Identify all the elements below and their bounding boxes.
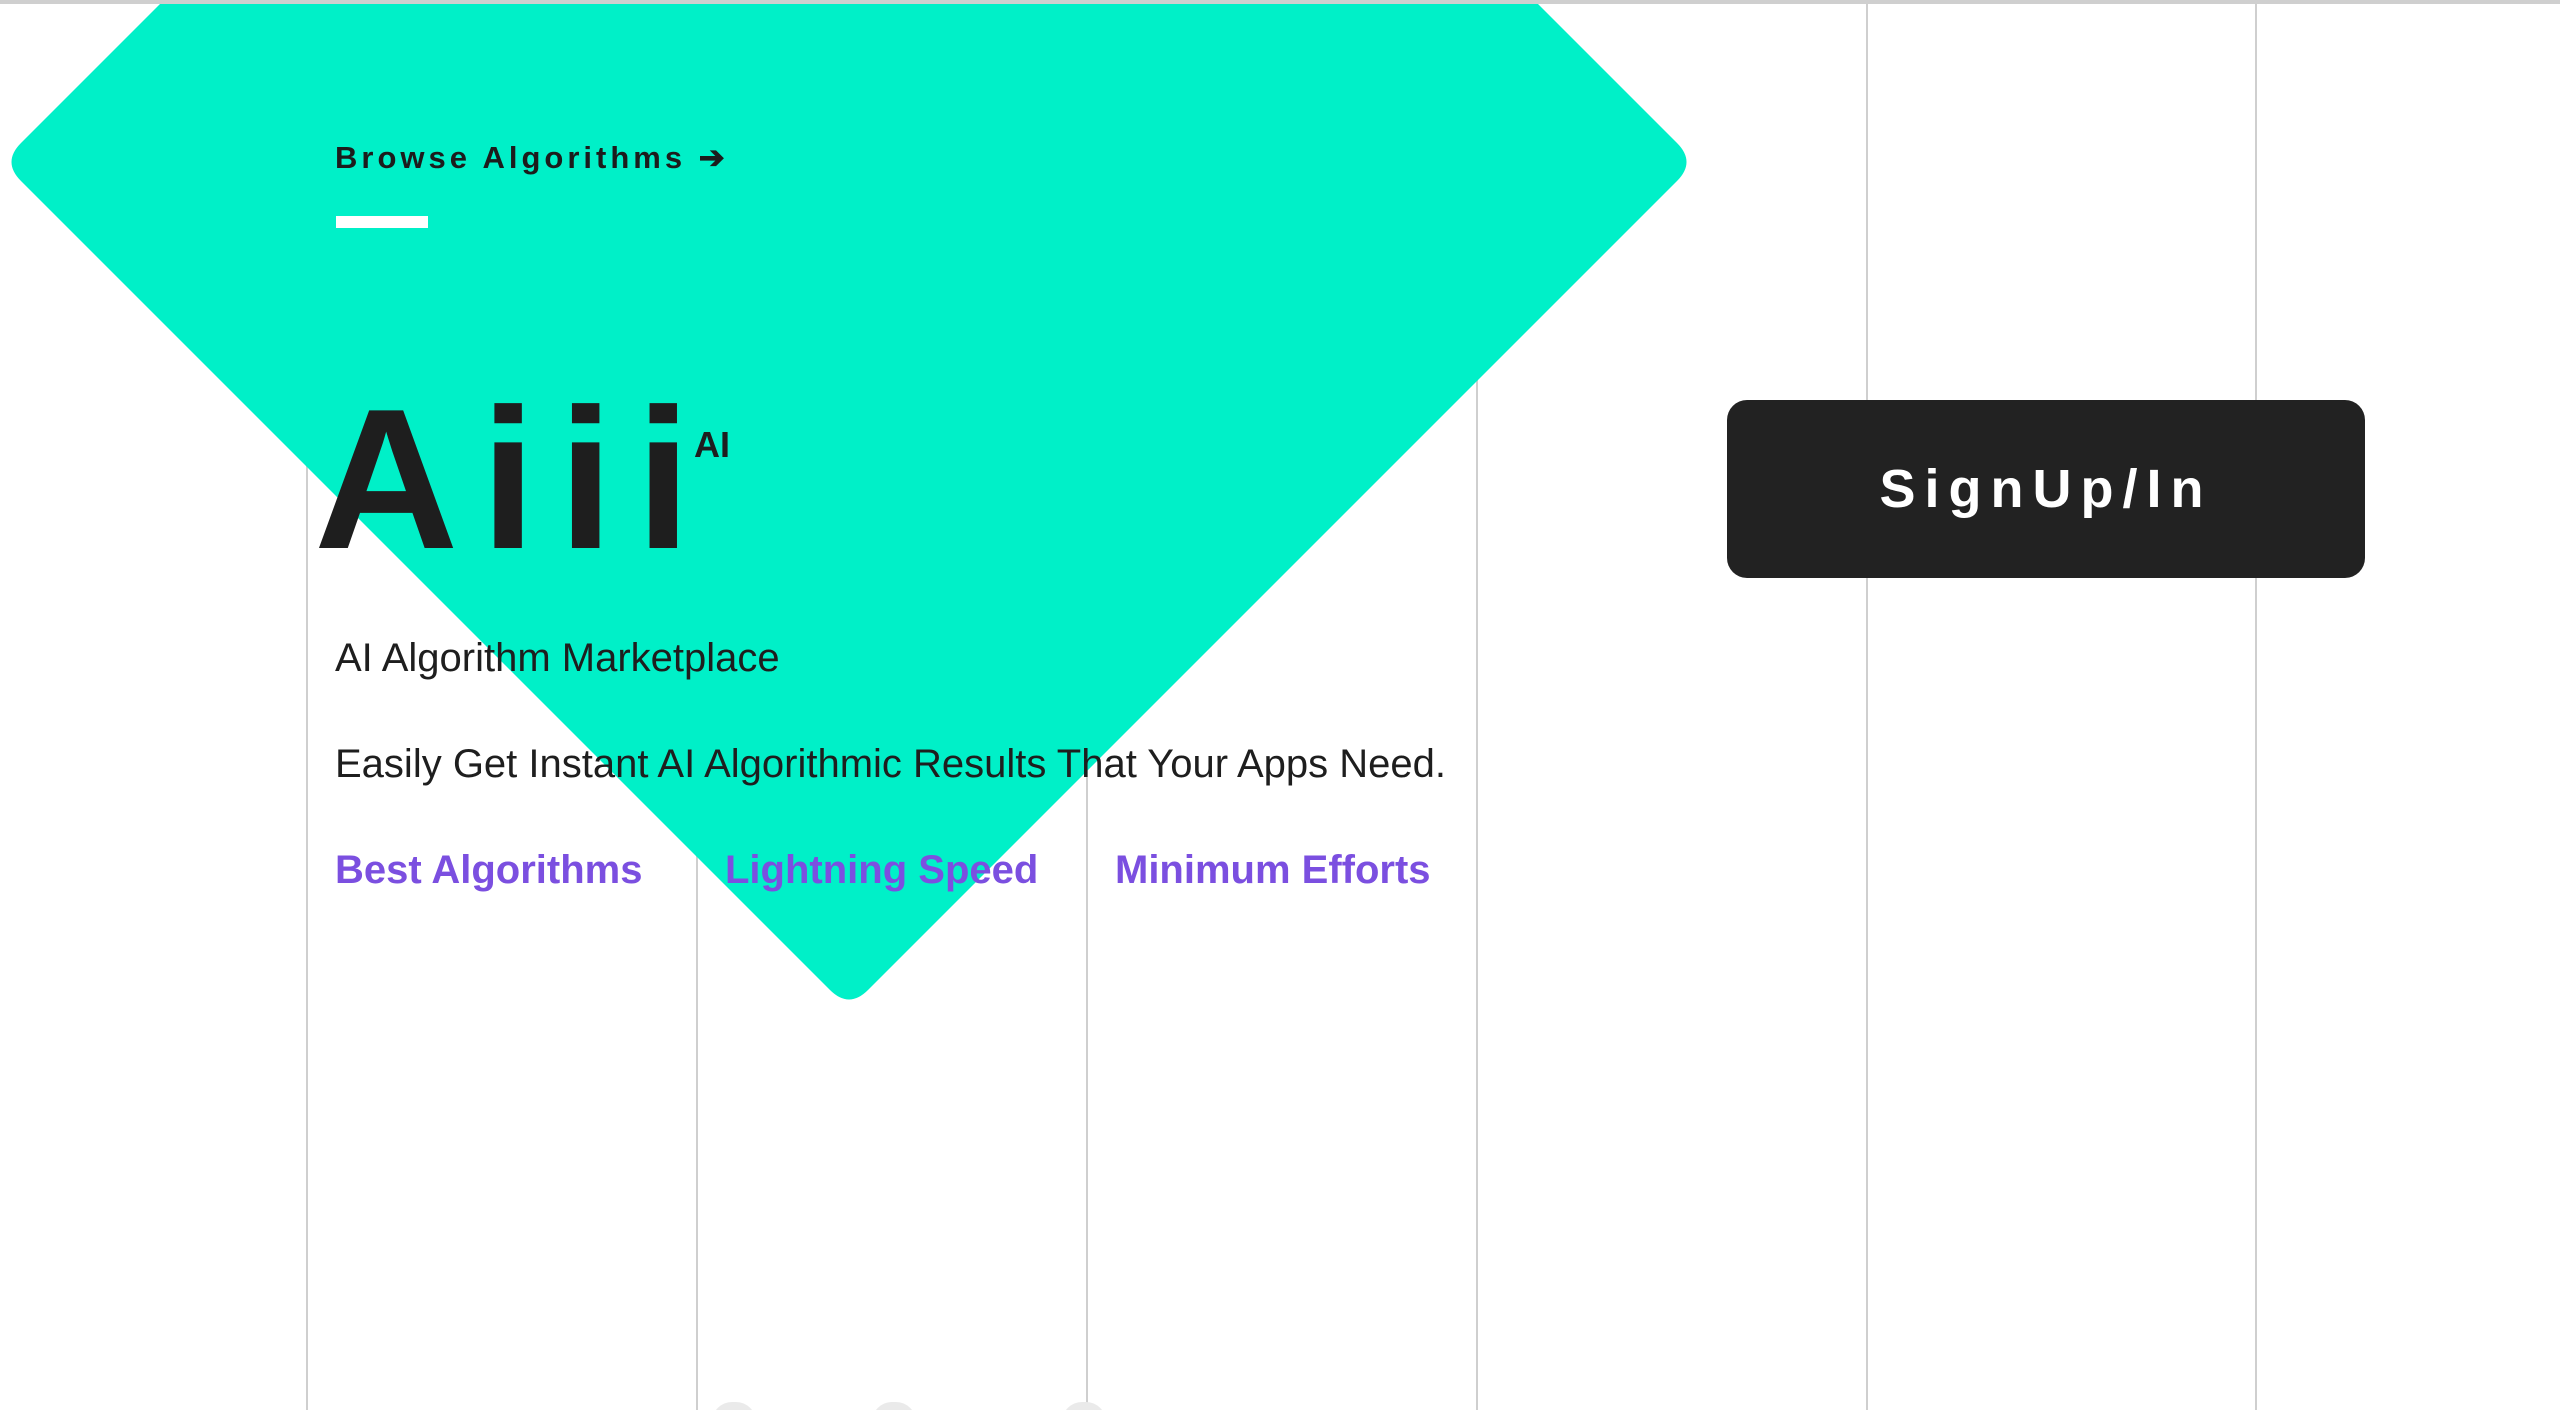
landing-page: Browse Algorithms ➔ Aiii AI AI Algorithm…: [0, 0, 2560, 1410]
browse-underline: [336, 216, 428, 228]
hero-diamond-shape: [11, 4, 1687, 1000]
page-subtitle: AI Algorithm Marketplace: [335, 636, 780, 680]
feature-minimum-efforts: Minimum Efforts: [1115, 848, 1431, 892]
logo-badge: AI: [694, 424, 730, 465]
arrow-right-icon: ➔: [698, 140, 729, 175]
page-tagline: Easily Get Instant AI Algorithmic Result…: [335, 742, 1446, 786]
logo-text: Aiii: [314, 368, 714, 591]
feature-lightning-speed: Lightning Speed: [725, 848, 1039, 892]
signup-button[interactable]: SignUp/In: [1727, 400, 2365, 578]
browse-algorithms-label: Browse Algorithms: [335, 140, 687, 175]
signup-button-label: SignUp/In: [1879, 459, 2213, 519]
feature-best-algorithms: Best Algorithms: [335, 848, 643, 892]
browse-algorithms-link[interactable]: Browse Algorithms ➔: [335, 140, 729, 176]
top-border: [0, 0, 2560, 4]
brand-logo: Aiii AI: [314, 368, 730, 591]
hero-diamond: [0, 0, 2560, 1410]
